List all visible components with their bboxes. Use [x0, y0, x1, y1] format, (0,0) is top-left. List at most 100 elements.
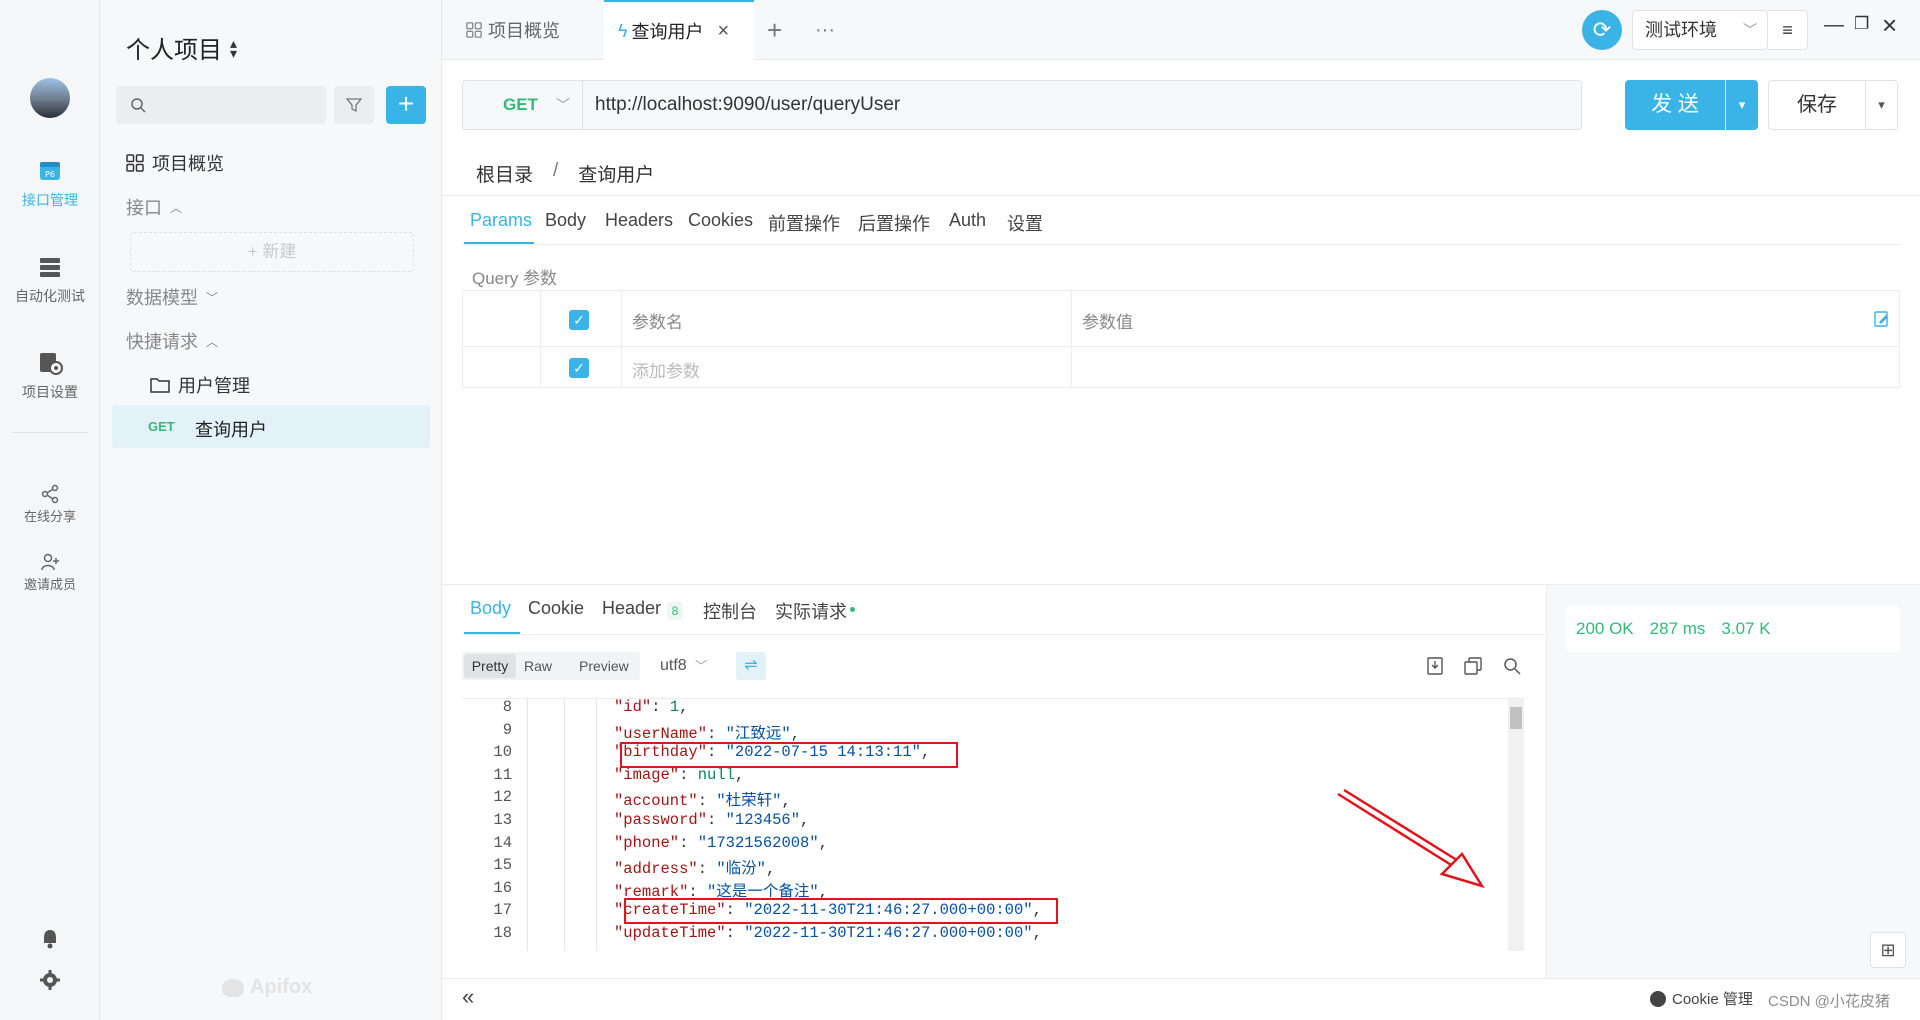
line-number: 18	[493, 924, 512, 942]
close-icon[interactable]: ×	[718, 20, 730, 43]
save-button[interactable]: 保存	[1768, 80, 1866, 130]
rail-item-invite[interactable]: 邀请成员	[0, 552, 100, 593]
tab-overview[interactable]: 项目概览	[466, 0, 560, 60]
rail-item-share[interactable]: 在线分享	[0, 484, 100, 525]
tab-query-user[interactable]: ϟ 查询用户 ×	[604, 0, 754, 60]
environment-select[interactable]: 测试环境 ﹀	[1632, 10, 1768, 50]
line-number: 9	[502, 720, 512, 739]
scrollbar-thumb[interactable]	[1510, 707, 1522, 729]
method-select[interactable]: GET ﹀	[462, 80, 582, 130]
resp-tab-header[interactable]: Header	[602, 598, 661, 619]
chevron-down-icon: ﹀	[695, 659, 708, 673]
edit-icon[interactable]	[1874, 310, 1890, 328]
copy-icon[interactable]	[1464, 657, 1482, 675]
json-value: 1	[669, 698, 680, 716]
search-icon[interactable]	[1503, 657, 1521, 675]
code-line: 10 "birthday": "2022-07-15 14:13:11",	[462, 743, 1502, 766]
status-code: 200 OK	[1576, 619, 1634, 638]
restore-button[interactable]: ❐	[1854, 14, 1869, 34]
breadcrumb-root[interactable]: 根目录	[476, 160, 533, 187]
send-options-button[interactable]: ▾	[1726, 80, 1758, 130]
request-name: 查询用户	[195, 420, 267, 440]
table-col-divider	[1071, 290, 1072, 388]
sidebar-section-quick-request[interactable]: 快捷请求 ︿	[126, 328, 218, 354]
json-value: "江致远"	[725, 724, 791, 743]
json-comma: ,	[679, 698, 689, 716]
code-line: 9 "userName": "江致远",	[462, 721, 1502, 744]
share-icon	[41, 484, 59, 504]
col-param-value: 参数值	[1082, 313, 1133, 332]
wrap-toggle[interactable]: ⇌	[736, 652, 766, 680]
view-pretty[interactable]: Pretty	[464, 654, 516, 678]
method-badge: GET	[148, 419, 175, 434]
new-api-button[interactable]: + 新建	[130, 232, 414, 272]
tab-pre-request[interactable]: 前置操作	[768, 210, 840, 236]
env-menu-button[interactable]: ≡	[1768, 10, 1808, 50]
gear-icon[interactable]	[40, 970, 60, 990]
sidebar: 个人项目 ▴ ▾ + 项目概览 接口 ︿ + 新建 数据模型 ﹀ 快捷请求 ︿ 用…	[100, 0, 442, 1020]
response-time: 287 ms	[1649, 619, 1706, 638]
json-key: "id"	[614, 698, 652, 716]
tab-post-request[interactable]: 后置操作	[858, 210, 930, 236]
encoding-select[interactable]: utf8 ﹀	[660, 654, 707, 678]
apifox-logo: Apifox	[222, 976, 312, 999]
minimize-button[interactable]: —	[1824, 14, 1844, 37]
json-colon: :	[697, 860, 717, 879]
avatar[interactable]	[30, 78, 70, 118]
close-window-button[interactable]: ×	[1882, 10, 1897, 41]
json-key: "phone"	[614, 833, 680, 852]
tab-auth[interactable]: Auth	[949, 210, 986, 231]
sidebar-item-overview[interactable]: 项目概览	[126, 150, 224, 176]
row-checkbox[interactable]: ✓	[569, 358, 589, 378]
more-tabs-button[interactable]: ···	[815, 0, 835, 60]
scrollbar-track[interactable]	[1508, 699, 1524, 951]
add-param-input[interactable]: 添加参数	[632, 357, 700, 382]
annotation-arrow	[1337, 788, 1485, 888]
tab-params[interactable]: Params	[470, 210, 532, 231]
add-button[interactable]: +	[386, 86, 426, 124]
new-tab-button[interactable]: +	[767, 0, 782, 60]
svg-text:P6: P6	[45, 170, 55, 179]
tab-cookies[interactable]: Cookies	[688, 210, 753, 231]
json-colon: :	[707, 724, 726, 743]
project-switcher[interactable]: 个人项目 ▴ ▾	[126, 30, 237, 65]
rail-item-api-management[interactable]: P6 接口管理	[0, 158, 100, 210]
rail-item-project-settings[interactable]: 项目设置	[0, 350, 100, 402]
header-checkbox[interactable]: ✓	[569, 310, 589, 330]
collapse-sidebar-button[interactable]: «	[462, 984, 474, 1010]
json-value: "杜荣轩"	[716, 792, 782, 811]
resp-tab-body[interactable]: Body	[470, 598, 511, 619]
resp-tab-actual-request[interactable]: 实际请求	[775, 598, 847, 624]
sidebar-search-input[interactable]	[116, 86, 326, 124]
url-input[interactable]: http://localhost:9090/user/queryUser	[582, 80, 1582, 130]
line-number: 12	[493, 788, 512, 807]
tab-headers[interactable]: Headers	[605, 210, 673, 231]
rail-item-auto-test[interactable]: 自动化测试	[0, 254, 100, 306]
json-value: "临汾"	[716, 860, 766, 879]
json-comma: ,	[781, 792, 791, 811]
sync-button[interactable]: ⟳	[1582, 10, 1622, 50]
save-options-button[interactable]: ▾	[1866, 80, 1898, 130]
json-comma: ,	[765, 860, 776, 879]
bell-icon[interactable]	[40, 928, 60, 950]
highlight-box-createtime	[624, 898, 1058, 924]
sidebar-section-api[interactable]: 接口 ︿	[126, 194, 182, 220]
response-size: 3.07 K	[1721, 619, 1771, 638]
download-icon[interactable]	[1427, 657, 1443, 675]
line-number: 13	[493, 811, 512, 829]
resp-tab-cookie[interactable]: Cookie	[528, 598, 584, 619]
send-button[interactable]: 发 送	[1625, 80, 1725, 130]
filter-button[interactable]	[334, 86, 374, 124]
sidebar-item-query-user[interactable]: GET 查询用户	[112, 405, 430, 448]
layout-toggle-button[interactable]: ⊞	[1870, 932, 1906, 968]
cookie-management[interactable]: Cookie 管理	[1650, 988, 1753, 1009]
resp-tab-console[interactable]: 控制台	[703, 598, 757, 624]
sidebar-section-data-model[interactable]: 数据模型 ﹀	[126, 284, 218, 310]
tab-body[interactable]: Body	[545, 210, 586, 231]
tab-settings[interactable]: 设置	[1007, 210, 1043, 236]
json-value: "2022-11-30T21:46:27.000+00:00"	[744, 924, 1033, 942]
status-bar: 200 OK 287 ms 3.07 K	[1566, 606, 1900, 652]
sidebar-folder-user-management[interactable]: 用户管理	[150, 372, 250, 398]
view-preview[interactable]: Preview	[579, 654, 629, 678]
view-raw[interactable]: Raw	[524, 654, 552, 678]
